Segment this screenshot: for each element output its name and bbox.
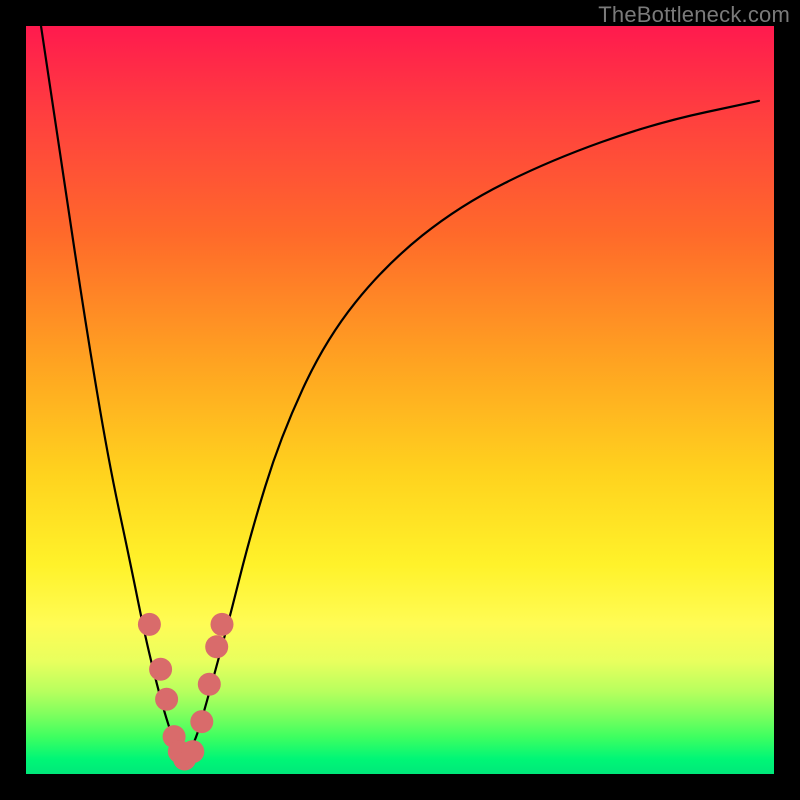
- data-marker: [181, 740, 204, 763]
- watermark-text: TheBottleneck.com: [598, 2, 790, 28]
- bottleneck-curve: [41, 26, 759, 755]
- data-marker: [155, 688, 178, 711]
- data-marker: [149, 658, 172, 681]
- curve-layer: [41, 26, 759, 755]
- data-marker: [138, 613, 161, 636]
- marker-layer: [138, 613, 234, 771]
- chart-plot-area: [26, 26, 774, 774]
- data-marker: [190, 710, 213, 733]
- chart-svg: [26, 26, 774, 774]
- data-marker: [198, 673, 221, 696]
- data-marker: [211, 613, 234, 636]
- chart-frame: TheBottleneck.com: [0, 0, 800, 800]
- data-marker: [205, 635, 228, 658]
